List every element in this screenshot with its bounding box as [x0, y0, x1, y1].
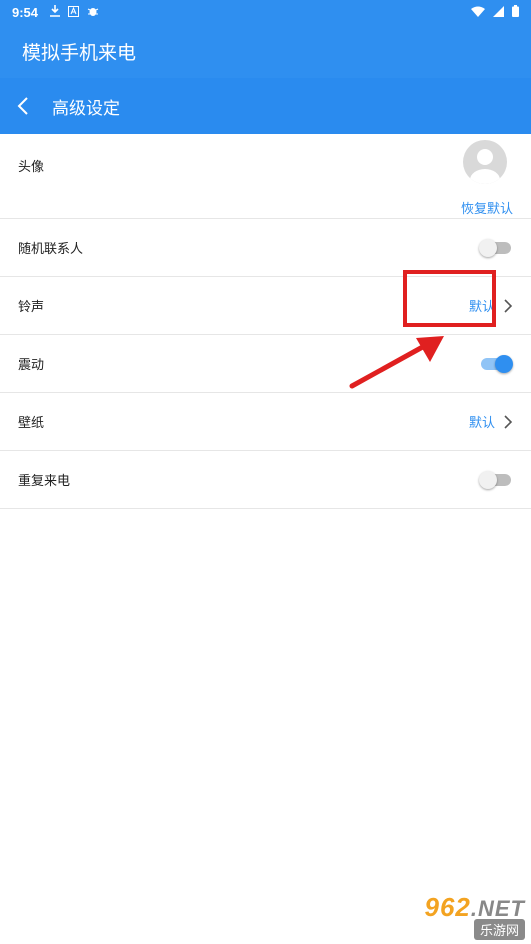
avatar[interactable] — [463, 140, 507, 184]
chevron-right-icon — [504, 298, 513, 313]
avatar-label: 头像 — [18, 159, 45, 174]
setting-ringtone-row[interactable]: 铃声 默认 — [0, 277, 531, 335]
status-bar: 9:54 — [0, 0, 531, 24]
chevron-left-icon — [17, 97, 28, 115]
toggle-knob — [495, 354, 513, 373]
sub-header: 高级设定 — [0, 78, 531, 134]
status-left-icons — [50, 5, 99, 19]
chevron-right-icon — [504, 414, 513, 429]
download-icon — [50, 5, 61, 19]
setting-vibrate-row[interactable]: 震动 — [0, 335, 531, 393]
setting-wallpaper-row[interactable]: 壁纸 默认 — [0, 393, 531, 451]
ringtone-label: 铃声 — [18, 299, 45, 314]
wallpaper-label: 壁纸 — [18, 415, 45, 430]
random-contact-label: 随机联系人 — [18, 241, 84, 256]
setting-random-contact-row[interactable]: 随机联系人 — [0, 219, 531, 277]
watermark-top: 962.NET — [424, 892, 525, 923]
page-title: 高级设定 — [52, 98, 120, 118]
wallpaper-value[interactable]: 默认 — [469, 412, 495, 431]
watermark-site-name: 乐游网 — [473, 919, 525, 940]
watermark-number: 962 — [424, 892, 471, 922]
status-right-icons — [471, 4, 519, 20]
bug-icon — [87, 5, 99, 19]
avatar-controls: 恢复默认 — [461, 140, 513, 217]
app-bar: 模拟手机来电 — [0, 24, 531, 78]
random-contact-toggle[interactable] — [479, 238, 511, 257]
restore-default-button[interactable]: 恢复默认 — [461, 198, 513, 217]
signal-icon — [493, 5, 504, 20]
notification-a-icon — [68, 5, 80, 19]
toggle-knob — [479, 238, 497, 257]
status-time: 9:54 — [12, 4, 39, 20]
wifi-icon — [471, 5, 485, 20]
battery-icon — [512, 4, 519, 20]
repeat-call-toggle[interactable] — [479, 470, 511, 489]
vibrate-label: 震动 — [18, 357, 45, 372]
default-avatar-icon — [470, 149, 500, 184]
setting-avatar-row[interactable]: 头像 恢复默认 — [0, 134, 531, 219]
vibrate-toggle[interactable] — [481, 354, 513, 373]
setting-repeat-call-row[interactable]: 重复来电 — [0, 451, 531, 509]
ringtone-value[interactable]: 默认 — [469, 296, 495, 315]
watermark-suffix: .NET — [470, 896, 525, 921]
back-button[interactable] — [0, 78, 46, 134]
app-title: 模拟手机来电 — [22, 42, 137, 64]
repeat-call-label: 重复来电 — [18, 473, 71, 488]
watermark-logo: 962.NET 乐游网 — [424, 892, 525, 940]
toggle-knob — [479, 470, 497, 489]
settings-list: 头像 恢复默认 随机联系人 铃声 默认 震动 壁纸 默认 重复来电 — [0, 134, 531, 509]
